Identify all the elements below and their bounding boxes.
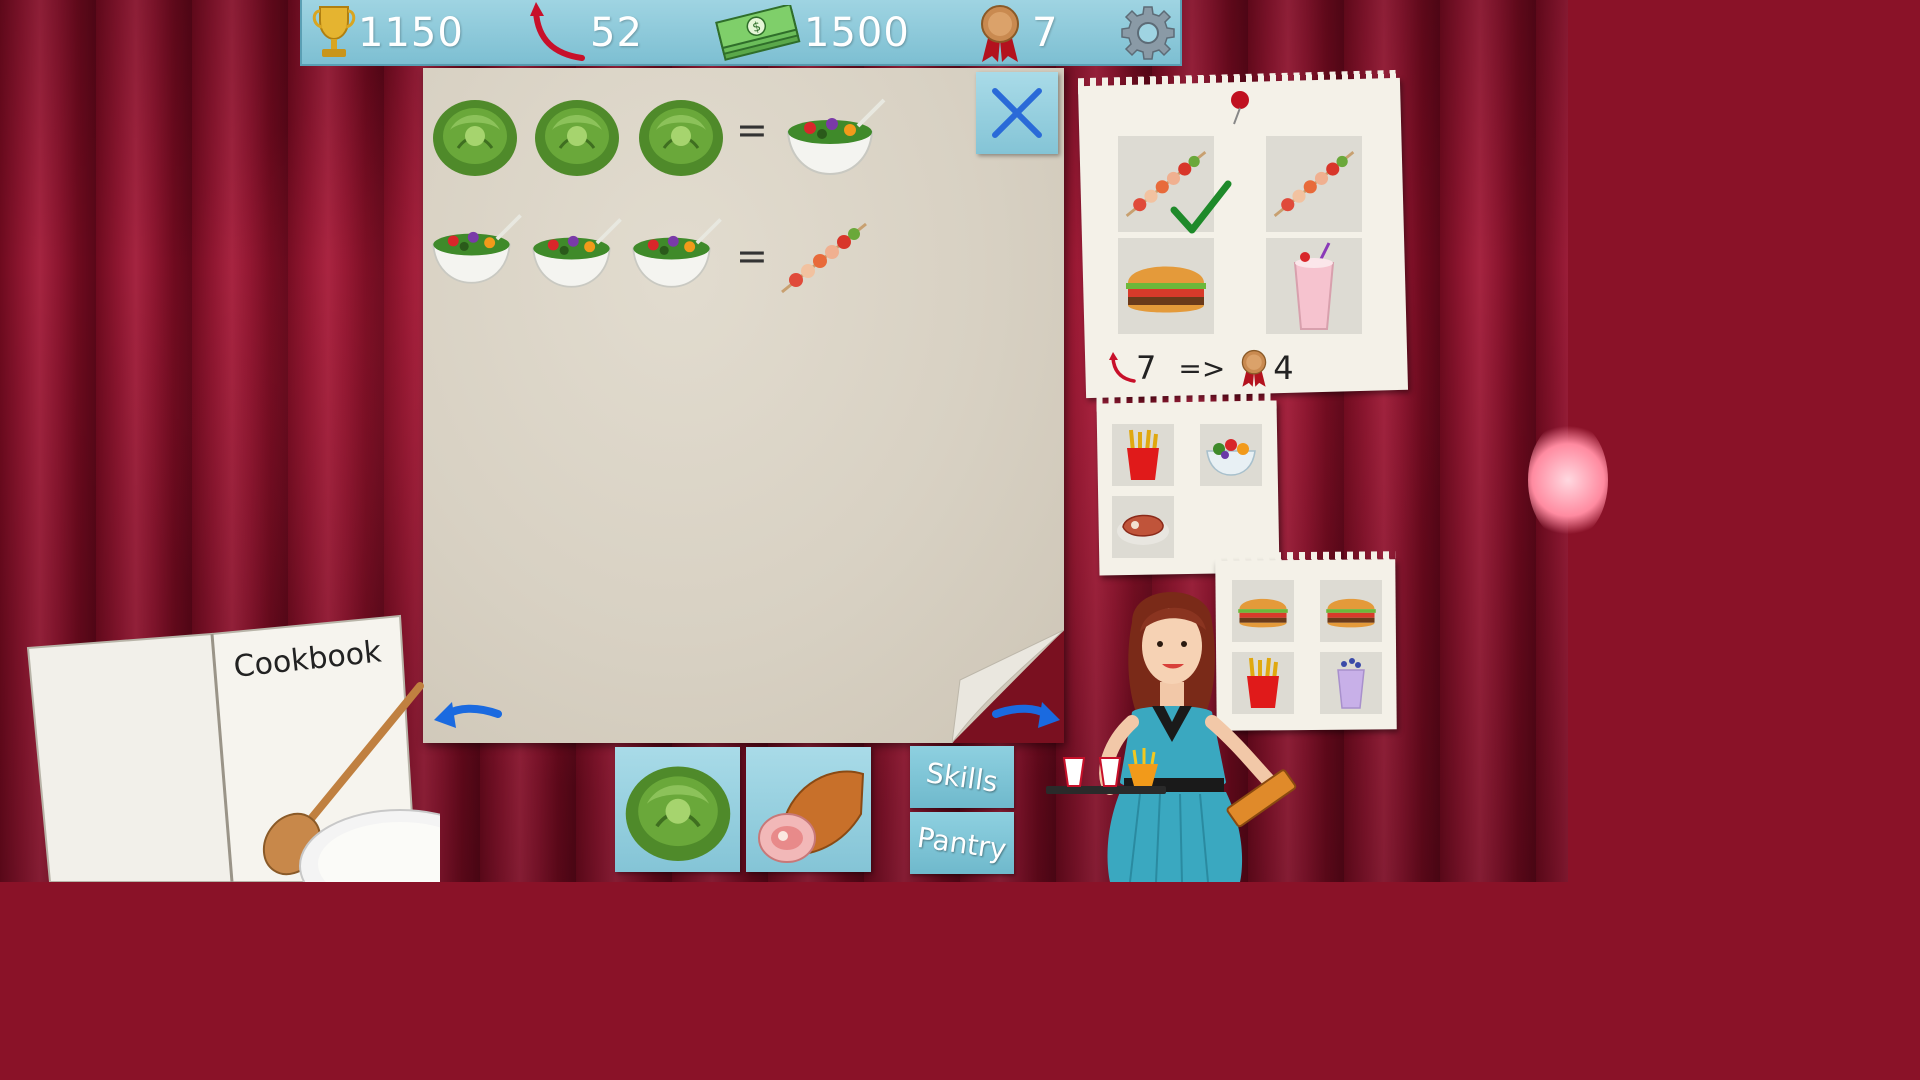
medal-icon (981, 5, 1019, 62)
order-slot-steak (1112, 496, 1174, 558)
burger-icon (1326, 598, 1376, 628)
lettuce-icon (639, 100, 723, 176)
reward-medals: 4 (1273, 349, 1294, 387)
ham-icon[interactable] (753, 754, 865, 866)
milkshake-icon (1293, 242, 1335, 330)
cash-stack-icon: $ (715, 5, 801, 61)
trophy-icon (312, 6, 356, 57)
waitress-character (1046, 592, 1297, 882)
lettuce-icon[interactable] (622, 754, 734, 866)
order-slot-burger (1320, 580, 1382, 642)
steak-icon (1117, 514, 1169, 545)
experience-stat: 52 (528, 0, 643, 66)
order-slot-salad-bowl (1200, 424, 1262, 486)
salad-bowl-icon (1206, 439, 1256, 476)
close-x-icon[interactable] (987, 83, 1047, 143)
burger-icon (1126, 266, 1206, 313)
medal-value: 7 (1032, 10, 1059, 56)
order-slot-purple-drink (1320, 652, 1382, 714)
lettuce-icon (433, 100, 517, 176)
salad-icon (786, 98, 886, 176)
red-arrow-icon (530, 2, 585, 61)
equals-sign: = (736, 234, 768, 278)
ingredient-lettuce-button[interactable] (615, 747, 740, 872)
ingredient-ham-button[interactable] (746, 747, 871, 872)
skills-label: Skills (924, 755, 1000, 799)
pushpin-icon (1231, 91, 1249, 125)
money-stat: $ 1500 (714, 0, 910, 66)
close-button[interactable] (976, 72, 1058, 154)
hud-bar: 1150 52 $ 1500 7 (300, 0, 1182, 66)
checkmark-icon (1170, 180, 1232, 234)
trophy-value: 1150 (358, 10, 464, 56)
skills-button[interactable]: Skills (910, 746, 1014, 808)
note-perforation (1096, 392, 1277, 412)
salad-icon (432, 214, 522, 284)
reward-experience: 7 (1136, 349, 1157, 387)
note-perforation (1215, 551, 1396, 569)
lettuce-icon (535, 100, 619, 176)
salad-icon (632, 218, 722, 288)
order-slot-milkshake (1266, 238, 1362, 334)
reward-arrow: => (1178, 351, 1226, 385)
kebab-icon (781, 222, 867, 294)
fries-icon (1127, 429, 1159, 480)
kebab-icon (1273, 151, 1355, 217)
experience-value: 52 (590, 10, 643, 56)
left-arrow-icon[interactable] (432, 698, 502, 734)
money-value: 1500 (804, 10, 910, 56)
order-reward: 7 => 4 (1108, 348, 1294, 388)
light-glow (1528, 420, 1608, 540)
settings-button[interactable] (1118, 0, 1178, 66)
medal-stat: 7 (978, 0, 1058, 66)
order-slot-burger (1118, 238, 1214, 334)
medal-icon (1242, 349, 1267, 387)
gear-icon[interactable] (1118, 3, 1178, 63)
order-slot-kebab (1266, 136, 1362, 232)
equals-sign: = (736, 108, 768, 152)
salad-icon (532, 218, 622, 288)
pantry-button[interactable]: Pantry (910, 812, 1014, 874)
pantry-label: Pantry (915, 820, 1009, 866)
red-arrow-icon (1109, 352, 1136, 383)
trophy-stat: 1150 (310, 0, 464, 66)
purple-drink-icon (1337, 658, 1365, 709)
order-slot-fries (1112, 424, 1174, 486)
